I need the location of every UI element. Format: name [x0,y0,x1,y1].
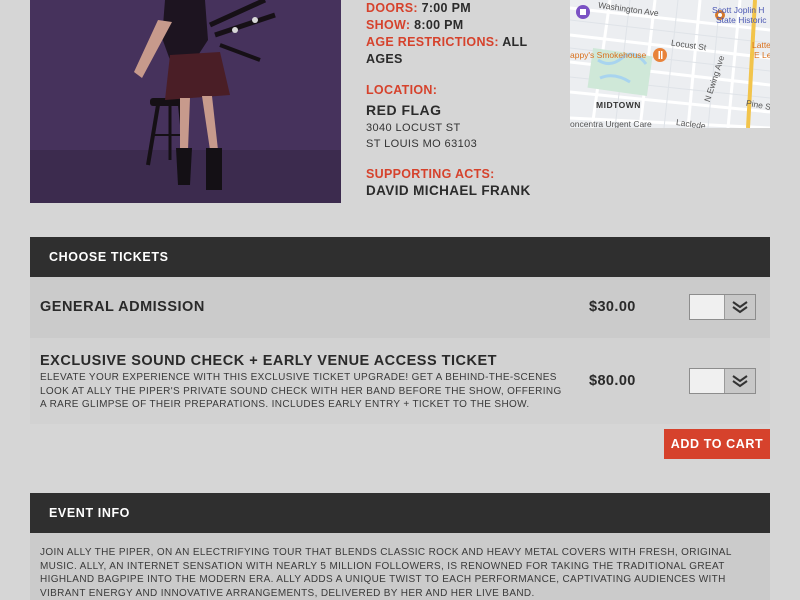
quantity-select[interactable] [689,294,756,320]
doors-label: Doors: [366,1,418,15]
show-time: 8:00 PM [414,18,464,32]
address-line-1: 3040 Locust St [366,122,461,134]
map-label-scott-joplin-2: State Historic [716,15,767,25]
quantity-value[interactable] [690,369,724,393]
supporting-act-name: David Michael Frank [366,183,531,198]
quantity-select[interactable] [689,368,756,394]
ticket-name: Exclusive Sound Check + Early Venue Acce… [40,353,498,369]
age-row: Age Restrictions: All Ages [366,34,566,68]
ticket-description: Elevate your experience with this exclus… [40,372,562,410]
event-info-header: Event Info [30,493,770,533]
event-photo [30,0,341,203]
supporting-acts-label: Supporting Acts: [366,167,495,181]
map-label-scott-joplin-1: Scott Joplin H [712,5,765,15]
ticket-price: $30.00 [589,299,636,315]
ticket-name: General Admission [40,299,205,315]
show-label: Show: [366,18,411,32]
ticket-row-general-admission: General Admission $30.00 [30,277,770,338]
quantity-value[interactable] [690,295,724,319]
map-label-concentra: oncentra Urgent Care [570,119,652,128]
venue-map[interactable]: Washington Ave Scott Joplin H State Hist… [570,0,770,128]
event-details: Doors: 7:00 PM Show: 8:00 PM Age Restric… [366,0,566,198]
location-label: Location: [366,83,438,97]
venue-name[interactable]: Red Flag [366,102,566,118]
add-to-cart-button[interactable]: Add to Cart [664,429,770,459]
address-line-2: St Louis MO 63103 [366,138,478,150]
map-label-midtown: MIDTOWN [596,100,641,110]
doors-time: 7:00 PM [421,1,471,15]
map-label-latte-2: E Let [754,50,770,60]
choose-tickets-header: Choose Tickets [30,237,770,277]
ticket-row-exclusive-sound-check: Exclusive Sound Check + Early Venue Acce… [30,338,770,424]
event-info-body: Join Ally the Piper, on an electrifying … [30,533,770,600]
age-label: Age Restrictions: [366,35,499,49]
show-row: Show: 8:00 PM [366,17,566,34]
map-label-latte-1: Latte [752,40,770,50]
map-label-smokehouse: appy's Smokehouse [570,50,647,60]
chevron-down-double-icon[interactable] [724,369,755,393]
doors-row: Doors: 7:00 PM [366,0,566,17]
ticket-price: $80.00 [589,373,636,389]
chevron-down-double-icon[interactable] [724,295,755,319]
performer-illustration [30,0,341,203]
